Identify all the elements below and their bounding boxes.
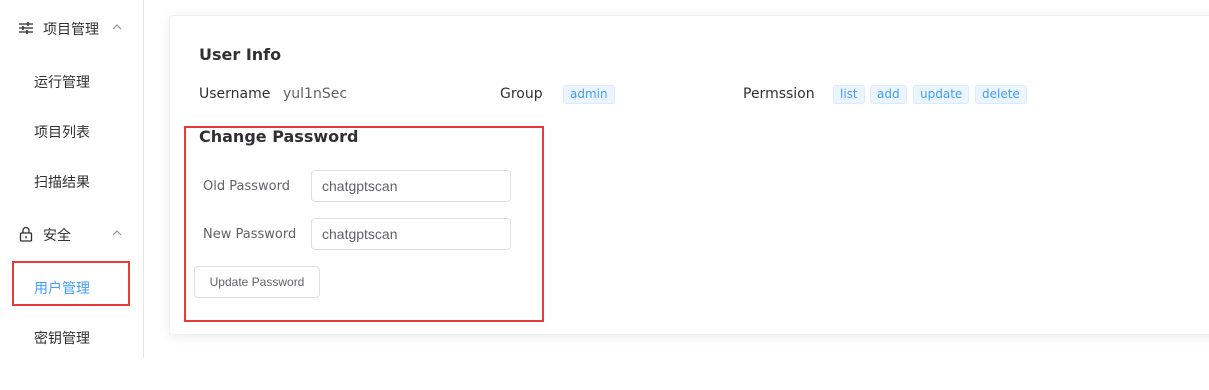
user-info-title: User Info bbox=[199, 45, 282, 64]
sidebar-item-project-list[interactable]: 项目列表 bbox=[0, 111, 143, 151]
sidebar-group-project-management[interactable]: 项目管理 bbox=[0, 8, 143, 48]
sidebar-group-label: 安全 bbox=[43, 228, 71, 244]
permission-tag-list: list bbox=[833, 85, 865, 104]
permission-tag-update: update bbox=[913, 85, 970, 104]
username-label: Username bbox=[199, 86, 271, 102]
sidebar-item-run-management[interactable]: 运行管理 bbox=[0, 61, 143, 101]
permission-tag-add: add bbox=[870, 85, 907, 104]
username-value: yul1nSec bbox=[283, 86, 348, 102]
sidebar-item-scan-results[interactable]: 扫描结果 bbox=[0, 161, 143, 201]
sidebar-group-security[interactable]: 安全 bbox=[0, 214, 143, 254]
sidebar-item-label: 密钥管理 bbox=[34, 331, 90, 347]
chevron-up-icon[interactable] bbox=[111, 227, 123, 239]
group-label: Group bbox=[500, 86, 543, 102]
group-tag: admin bbox=[563, 85, 615, 104]
sidebar-item-label: 项目列表 bbox=[34, 125, 90, 141]
chevron-up-icon[interactable] bbox=[111, 21, 123, 33]
sliders-icon bbox=[19, 22, 33, 34]
permission-label: Permssion bbox=[743, 86, 815, 102]
sidebar-item-label: 运行管理 bbox=[34, 75, 90, 91]
sidebar-item-key-management[interactable]: 密钥管理 bbox=[0, 317, 143, 357]
highlight-box-sidebar bbox=[12, 261, 130, 306]
sidebar-group-label: 项目管理 bbox=[43, 22, 99, 38]
lock-icon bbox=[19, 226, 33, 242]
sidebar-item-label: 扫描结果 bbox=[34, 175, 90, 191]
permission-tag-delete: delete bbox=[975, 85, 1027, 104]
highlight-box-form bbox=[184, 126, 544, 322]
